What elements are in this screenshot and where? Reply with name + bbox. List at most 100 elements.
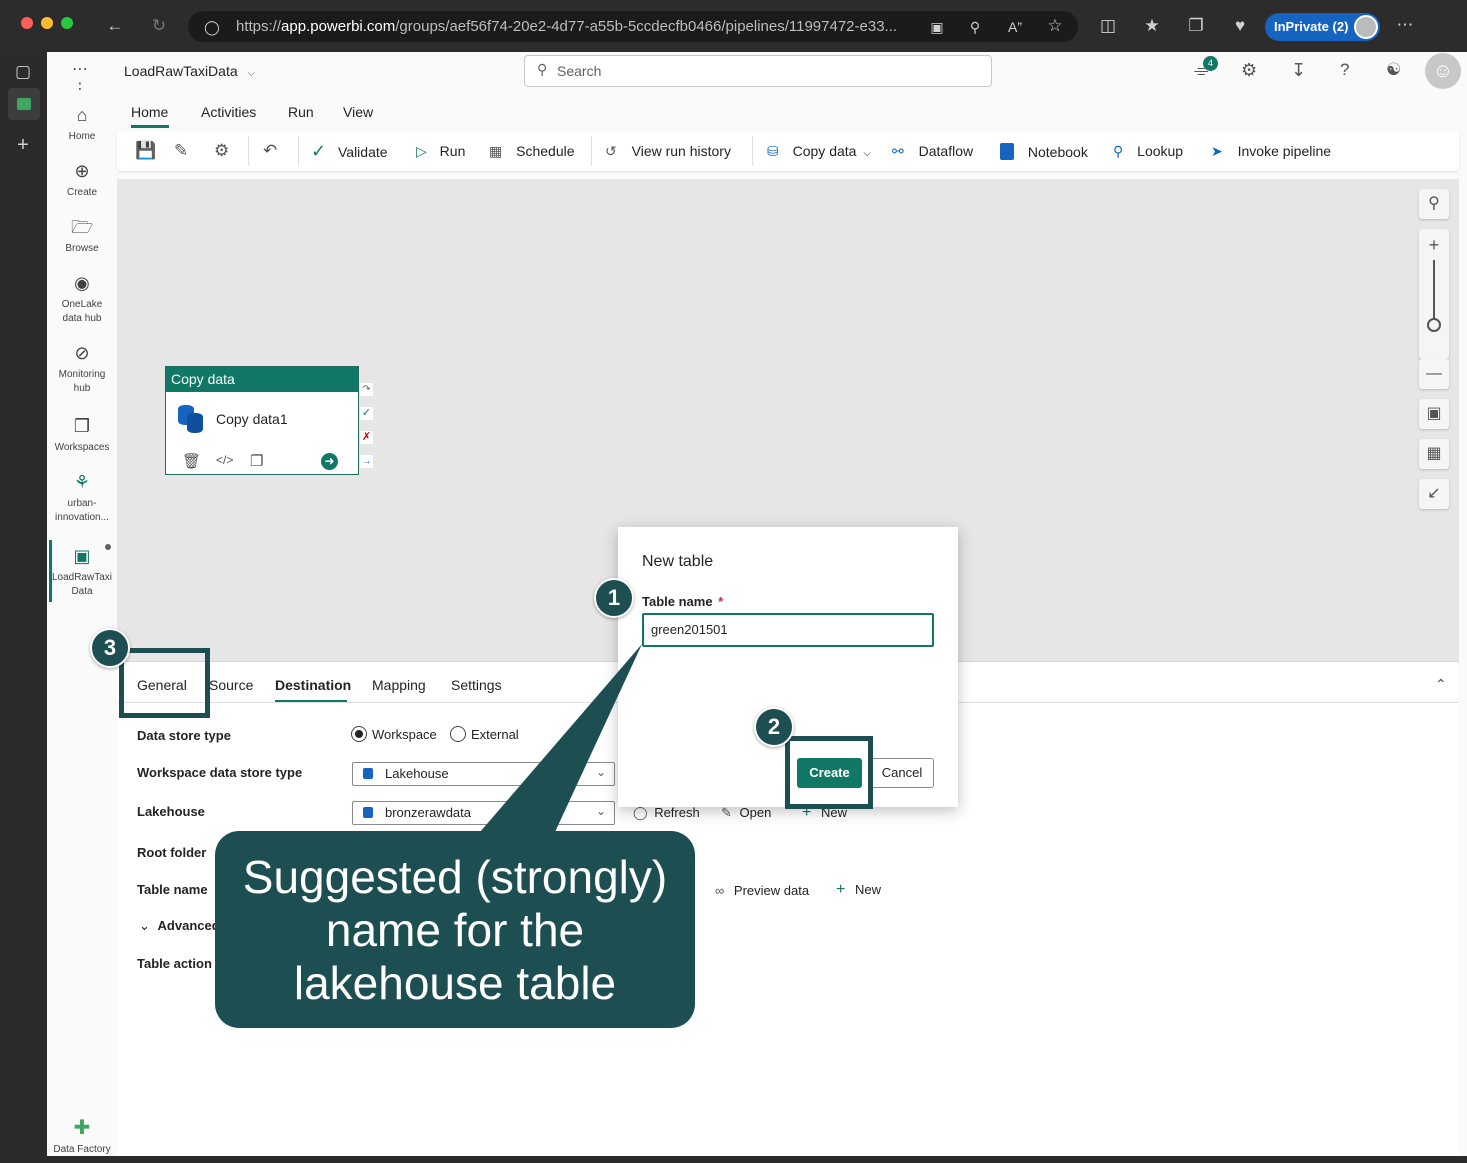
table-name-input[interactable]: green201501 — [642, 613, 934, 647]
tab-view[interactable]: View — [343, 104, 373, 120]
undo-icon[interactable]: ↶ — [263, 142, 277, 159]
nav-create[interactable]: ⊕ Create — [47, 160, 117, 200]
table-name-field-label: Table name * — [642, 594, 723, 609]
open-button[interactable]: ✎ Open — [721, 805, 771, 821]
tab-actions-icon[interactable]: ▢ — [12, 62, 34, 82]
nav-workspaces[interactable]: ❐ Workspaces — [47, 415, 117, 455]
browser-vertical-tabs — [0, 52, 47, 1163]
dataflow-button[interactable]: ⚯ Dataflow — [892, 143, 973, 159]
refresh-icon[interactable]: ↻ — [148, 16, 170, 36]
delete-icon[interactable]: 🗑 — [182, 452, 201, 470]
new-tab-icon[interactable]: + — [12, 135, 34, 155]
nav-home[interactable]: ⌂ Home — [47, 104, 117, 144]
auto-align-icon[interactable]: ▦ — [1419, 439, 1449, 469]
nav-onelake[interactable]: ◉ OneLake data hub — [47, 272, 117, 326]
lock-icon[interactable]: ◯ — [201, 17, 223, 37]
success-connector-icon[interactable]: ✓ — [360, 407, 373, 420]
zoom-slider[interactable]: + — [1419, 229, 1449, 359]
read-aloud-icon[interactable]: A” — [1004, 17, 1026, 37]
tab-home[interactable]: Home — [131, 104, 168, 120]
favorites-icon[interactable]: ★ — [1141, 16, 1163, 36]
panel-tab-source[interactable]: Source — [209, 677, 253, 693]
data-store-type-label: Data store type — [137, 728, 231, 743]
favorite-star-icon[interactable]: ☆ — [1044, 16, 1066, 36]
split-screen-icon[interactable]: ◫ — [1097, 16, 1119, 36]
step-badge-1: 1 — [594, 578, 634, 618]
collapse-panel-chevron-icon[interactable]: ⌃ — [1435, 676, 1447, 693]
zoom-thumb[interactable] — [1427, 318, 1441, 332]
lookup-button[interactable]: ⚲ Lookup — [1113, 143, 1183, 159]
callout-box: Suggested (strongly) name for the lakeho… — [215, 831, 695, 1028]
workspace-radio[interactable] — [351, 726, 367, 742]
run-button[interactable]: ▷ Run — [416, 143, 465, 159]
copy-data-button[interactable]: ⛁ Copy data ⌵ — [767, 143, 871, 162]
fit-to-screen-icon[interactable]: ▣ — [1419, 399, 1449, 429]
workspace-store-type-value: Lakehouse — [385, 766, 449, 781]
nav-workspace-urban[interactable]: ⚘ urban-innovation... — [47, 471, 117, 525]
settings-icon[interactable]: ⚙ — [214, 142, 229, 159]
canvas-search-icon[interactable]: ⚲ — [1419, 189, 1449, 219]
ribbon-separator — [298, 136, 299, 166]
inprivate-button[interactable]: InPrivate (2) — [1265, 13, 1380, 41]
external-radio[interactable] — [450, 726, 466, 742]
view-run-history-label: View run history — [631, 143, 731, 159]
zoom-in-icon[interactable]: + — [1419, 235, 1449, 256]
key-icon[interactable]: ⚲ — [964, 17, 986, 37]
feedback-icon[interactable]: ☯ — [1386, 60, 1401, 80]
lakehouse-label: Lakehouse — [137, 804, 205, 819]
cancel-button[interactable]: Cancel — [870, 758, 934, 788]
back-icon[interactable]: ← — [104, 16, 126, 36]
panel-tab-destination[interactable]: Destination — [275, 677, 351, 693]
nav-monitoring-label: Monitoring hub — [58, 369, 106, 394]
nav-pipeline-loadrawtaxidata[interactable]: ▣ LoadRawTaxiData — [47, 545, 117, 599]
collapse-icon[interactable]: ↙ — [1419, 479, 1449, 509]
advanced-label: Advanced — [157, 918, 220, 933]
more-icon[interactable]: ⋯ — [1394, 15, 1416, 35]
schedule-button[interactable]: ▦ Schedule — [489, 143, 575, 159]
notebook-button[interactable]: Notebook — [1000, 143, 1088, 160]
save-as-icon[interactable]: ✎ — [174, 142, 188, 159]
collections-icon[interactable]: ❐ — [1185, 16, 1207, 36]
help-icon[interactable]: ? — [1340, 60, 1349, 80]
maximize-window-button[interactable] — [61, 17, 73, 29]
notebook-icon — [1000, 143, 1014, 160]
skip-connector-icon[interactable]: ↷ — [360, 383, 373, 396]
save-icon[interactable]: 💾 — [135, 142, 156, 159]
preview-data-button[interactable]: ∞ Preview data — [715, 883, 809, 898]
tab-run[interactable]: Run — [288, 104, 314, 120]
copy-icon[interactable]: ❐ — [250, 452, 263, 470]
invoke-pipeline-label: Invoke pipeline — [1237, 143, 1332, 159]
history-icon: ↺ — [605, 143, 617, 159]
settings-gear-icon[interactable]: ⚙ — [1241, 60, 1257, 81]
app-launcher-icon[interactable]: ⋯⋮ — [72, 60, 92, 98]
tab-activities[interactable]: Activities — [201, 104, 256, 120]
invoke-pipeline-button[interactable]: ➤ Invoke pipeline — [1211, 143, 1331, 159]
nav-browse[interactable]: 🗁 Browse — [47, 216, 117, 256]
minimize-window-button[interactable] — [41, 17, 53, 29]
new-table-button[interactable]: + New — [836, 881, 881, 899]
validate-button[interactable]: ✓ Validate — [311, 142, 388, 160]
search-input[interactable]: Search — [524, 55, 992, 87]
close-window-button[interactable] — [21, 17, 33, 29]
schedule-label: Schedule — [516, 143, 575, 159]
code-icon[interactable]: </> — [216, 453, 233, 467]
copy-data-activity-icon — [178, 405, 204, 433]
go-arrow-icon[interactable]: ➜ — [321, 453, 338, 470]
panel-tab-mapping[interactable]: Mapping — [372, 677, 426, 693]
download-icon[interactable]: ↧ — [1291, 60, 1306, 81]
tracking-icon[interactable]: ▣ — [926, 17, 948, 37]
tab-powerbi[interactable] — [8, 88, 40, 120]
account-avatar[interactable]: ☺ — [1425, 53, 1461, 89]
failure-connector-icon[interactable]: ✗ — [360, 431, 373, 444]
pipeline-title[interactable]: LoadRawTaxiData ⌵ — [124, 63, 255, 79]
home-icon: ⌂ — [76, 105, 88, 125]
create-plus-icon: ⊕ — [74, 161, 90, 181]
view-run-history-button[interactable]: ↺ View run history — [605, 143, 731, 159]
nav-data-factory[interactable]: ✚ Data Factory — [47, 1117, 117, 1157]
completion-connector-icon[interactable]: → — [360, 455, 373, 468]
advanced-toggle[interactable]: ⌄ Advanced — [139, 918, 220, 934]
nav-monitoring[interactable]: ⊘ Monitoring hub — [47, 342, 117, 396]
zoom-out-icon[interactable]: — — [1419, 359, 1449, 389]
health-icon[interactable]: ♥ — [1229, 16, 1251, 36]
search-placeholder: Search — [557, 63, 602, 79]
